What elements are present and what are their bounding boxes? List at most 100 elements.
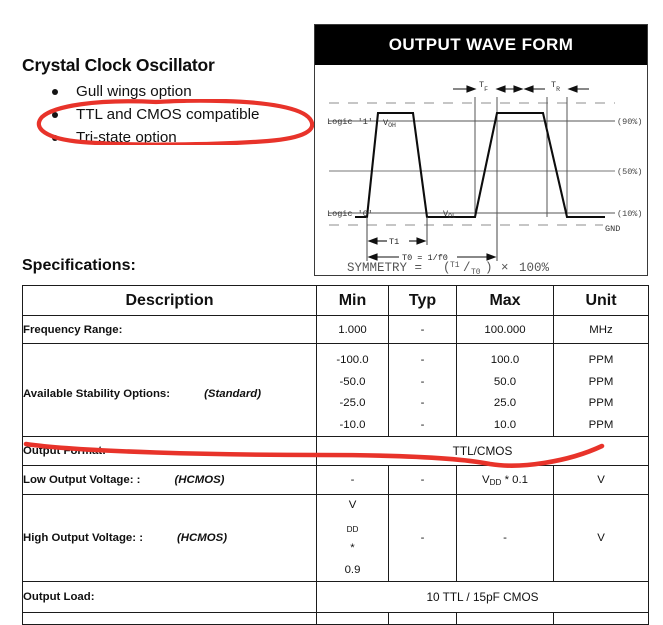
row-qualifier: (Standard)	[204, 388, 262, 400]
bullet-icon	[52, 135, 58, 141]
gnd-label: GND	[605, 224, 620, 234]
clipped-cell-max	[456, 612, 554, 625]
row-description-label: Low Output Voltage: :	[23, 474, 141, 486]
column-header-description: Description	[22, 285, 317, 316]
t1-label: T1	[389, 237, 399, 247]
stability-unit-1: PPM	[588, 354, 614, 366]
row-min: -100.0 -50.0 -25.0 -10.0	[316, 343, 389, 437]
pct50-label: (50%)	[617, 167, 643, 177]
row-description: Output Load:	[22, 581, 317, 613]
row-description: Output Format:	[22, 436, 317, 466]
row-min: -	[316, 465, 389, 495]
row-description: Frequency Range:	[22, 315, 317, 344]
row-unit: V	[553, 465, 649, 495]
page-title: Specifications:	[22, 257, 136, 274]
svg-text:TF: TF	[479, 80, 488, 93]
row-min: V DD * 0.9	[316, 494, 389, 582]
stability-unit-2: PPM	[588, 375, 614, 388]
table-header-row: Description Min Typ Max Unit	[22, 285, 649, 316]
bullet-icon	[52, 89, 58, 95]
tr-sub: R	[556, 86, 560, 93]
column-header-max: Max	[456, 285, 554, 316]
symmetry-times: ×	[501, 261, 509, 275]
row-unit: V	[553, 494, 649, 582]
row-description: Available Stability Options: (Standard)	[22, 343, 317, 437]
vdd-multiplier: *	[350, 542, 355, 554]
clipped-cell-min	[316, 612, 389, 625]
feature-label: Tri-state option	[76, 129, 177, 146]
symmetry-slash: /	[463, 261, 471, 275]
row-span-value: TTL/CMOS	[316, 436, 649, 466]
product-title: Crystal Clock Oscillator	[22, 55, 215, 75]
column-header-min: Min	[316, 285, 389, 316]
row-typ: -	[388, 465, 457, 495]
row-max: 100.000	[456, 315, 554, 344]
row-description-label: Available Stability Options:	[23, 388, 171, 400]
specifications-table-container: Description Min Typ Max Unit Frequency R…	[22, 285, 649, 625]
list-item: Gull wings option	[22, 80, 312, 103]
symmetry-numerator: T1	[450, 261, 460, 270]
symmetry-rhs: 100%	[519, 261, 550, 275]
feature-label: TTL and CMOS compatible	[76, 106, 260, 123]
vdd-symbol: V	[348, 499, 357, 511]
logic-high-label: Logic '1'	[327, 117, 373, 127]
vdd-subscript: DD	[346, 524, 359, 534]
pct10-label: (10%)	[617, 209, 643, 219]
voh-sub: OH	[388, 122, 396, 129]
vdd-symbol: V	[481, 474, 490, 486]
tf-sub: F	[484, 86, 488, 93]
stability-max-4: 10.0	[493, 418, 517, 431]
list-item: TTL and CMOS compatible	[22, 103, 312, 126]
row-qualifier: (HCMOS)	[174, 474, 225, 486]
clipped-cell-description	[22, 612, 317, 625]
stability-min-4: -10.0	[339, 418, 366, 431]
column-header-unit: Unit	[553, 285, 649, 316]
row-max: 100.0 50.0 25.0 10.0	[456, 343, 554, 437]
table-row-clipped	[22, 612, 649, 625]
symmetry-paren-close: )	[485, 261, 493, 275]
list-item: Tri-state option	[22, 126, 312, 149]
vdd-multiplier: * 0.1	[501, 474, 529, 486]
row-typ: - - - -	[388, 343, 457, 437]
stability-typ-3: -	[420, 397, 425, 409]
vdd-subscript: DD	[489, 478, 502, 487]
logic-low-label: Logic '0'	[327, 209, 373, 219]
svg-text:VOL: VOL	[443, 209, 456, 220]
symmetry-denominator: T0	[471, 268, 481, 275]
stability-typ-2: -	[420, 375, 425, 388]
symmetry-formula-lhs: SYMMETRY =	[347, 261, 422, 275]
stability-max-2: 50.0	[493, 375, 517, 388]
feature-label: Gull wings option	[76, 83, 192, 100]
row-typ: -	[388, 315, 457, 344]
stability-max-1: 100.0	[490, 354, 520, 366]
row-span-value: 10 TTL / 15pF CMOS	[316, 581, 649, 613]
vol-sub: OL	[448, 213, 456, 220]
stability-min-2: -50.0	[339, 375, 366, 388]
waveform-title: OUTPUT WAVE FORM	[315, 25, 647, 65]
row-typ: -	[388, 494, 457, 582]
row-qualifier: (HCMOS)	[177, 532, 227, 544]
row-max: VDD * 0.1	[456, 465, 554, 495]
row-max: -	[456, 494, 554, 582]
table-row: High Output Voltage: : (HCMOS) V DD * 0.9 …	[22, 494, 649, 582]
table-row: Available Stability Options: (Standard) -…	[22, 343, 649, 437]
row-min: 1.000	[316, 315, 389, 344]
stability-unit-3: PPM	[588, 397, 614, 409]
svg-text:TR: TR	[551, 80, 560, 93]
column-header-typ: Typ	[388, 285, 457, 316]
row-description: Low Output Voltage: : (HCMOS)	[22, 465, 317, 495]
stability-unit-4: PPM	[588, 418, 614, 431]
product-summary: Crystal Clock Oscillator Gull wings opti…	[22, 55, 312, 149]
row-description: High Output Voltage: : (HCMOS)	[22, 494, 317, 582]
row-unit: MHz	[553, 315, 649, 344]
row-unit: PPM PPM PPM PPM	[553, 343, 649, 437]
row-description-label: High Output Voltage: :	[23, 532, 144, 544]
specifications-table: Description Min Typ Max Unit Frequency R…	[22, 285, 649, 625]
table-row: Frequency Range: 1.000 - 100.000 MHz	[22, 315, 649, 344]
table-row: Output Format: TTL/CMOS	[22, 436, 649, 466]
waveform-canvas: Logic '1' VOH Logic '0' VOL GND TF TR T1…	[315, 65, 647, 275]
feature-list: Gull wings option TTL and CMOS compatibl…	[22, 80, 312, 149]
table-row: Output Load: 10 TTL / 15pF CMOS	[22, 581, 649, 613]
clipped-cell-typ	[388, 612, 457, 625]
stability-max-3: 25.0	[493, 397, 517, 409]
